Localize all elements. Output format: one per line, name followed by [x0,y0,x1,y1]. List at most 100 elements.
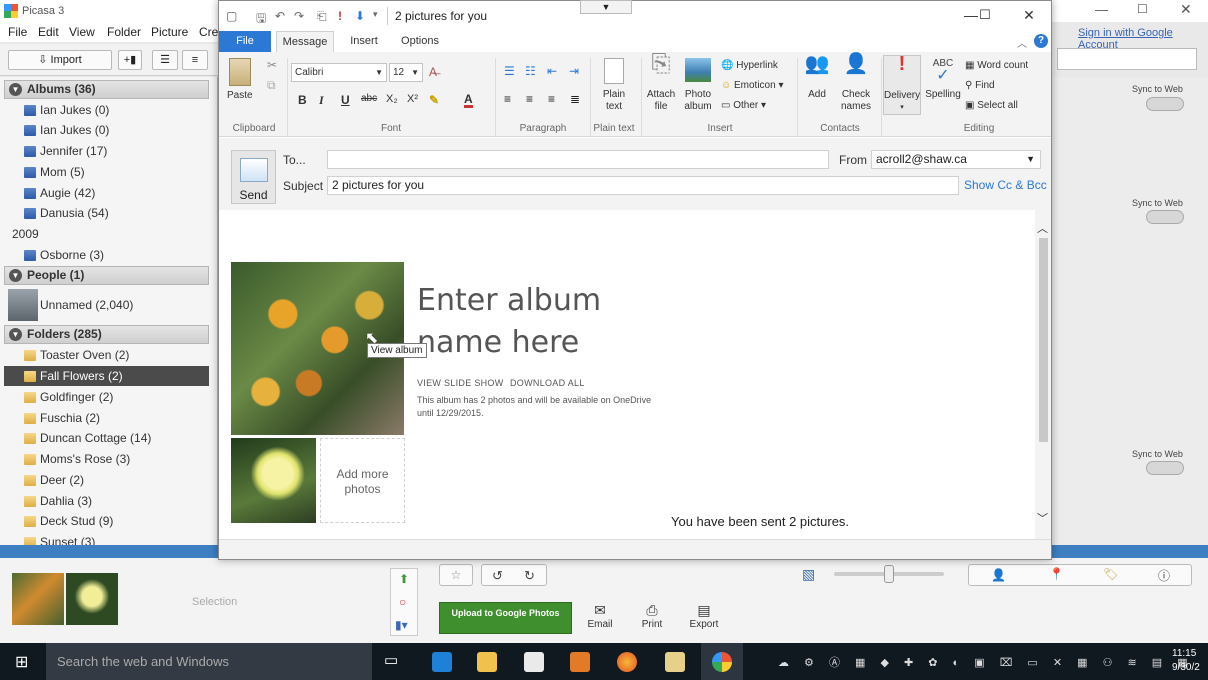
folder-item[interactable]: Fuschia (2) [4,408,209,428]
album-photo-thumbnail[interactable] [231,438,316,523]
copy-icon[interactable]: ⧉ [267,78,276,93]
send-button[interactable]: Send [231,150,276,204]
star-button[interactable]: ☆ [439,564,473,586]
check-names-button[interactable]: 👤 Check names [837,54,875,113]
select-all-button[interactable]: ▣ Select all [965,100,1018,111]
import-button[interactable]: ⇩ Import [8,50,112,70]
align-left-icon[interactable]: ≡ [504,92,511,106]
albums-header[interactable]: ▼ Albums (36) [4,80,209,99]
close-icon[interactable]: ✕ [1180,1,1192,18]
rotate-right-icon[interactable]: ↻ [524,568,535,584]
attach-file-button[interactable]: ⎘ Attach file [645,52,677,113]
save-icon[interactable]: 🖫 [256,9,266,30]
rotate-left-icon[interactable]: ↺ [492,568,503,584]
clear-icon[interactable]: ○ [399,595,406,609]
subscript-button[interactable]: X₂ [386,93,398,105]
task-view-icon[interactable]: ▭ [384,651,398,669]
menu-picture[interactable]: Picture [151,25,188,39]
folder-item[interactable]: Deck Stud (9) [4,511,209,531]
album-item[interactable]: Mom (5) [4,162,209,182]
maximize-icon[interactable]: ☐ [1137,2,1148,16]
attach-icon[interactable]: ⎗ [317,9,327,24]
folder-item[interactable]: Goldfinger (2) [4,387,209,407]
location-pin-icon[interactable]: 📍 [1049,567,1064,581]
tab-file[interactable]: File [219,31,271,52]
media-player-icon[interactable] [570,652,590,672]
highlight-icon[interactable]: ✎ [429,93,439,107]
plain-text-button[interactable]: Plain text [597,58,631,113]
subject-field[interactable]: 2 pictures for you [327,176,959,195]
decrease-indent-icon[interactable]: ⇤ [547,64,557,78]
album-item[interactable]: Ian Jukes (0) [4,120,209,140]
folder-item-selected[interactable]: Fall Flowers (2) [4,366,209,386]
tab-message[interactable]: Message [276,31,334,52]
collapse-ribbon-button[interactable]: ▼ [580,0,632,14]
word-count-button[interactable]: ▦ Word count [965,60,1028,71]
tag-icon[interactable]: 🏷 [1103,567,1118,581]
download-all-link[interactable]: DOWNLOAD ALL [510,378,585,388]
find-button[interactable]: ⚲ Find [965,80,995,91]
superscript-button[interactable]: X² [407,93,418,105]
clear-formatting-icon[interactable]: A̶ [429,65,437,79]
hold-pin-icon[interactable]: ⬆ [399,572,409,586]
scroll-up-icon[interactable]: ︿ [1037,220,1048,236]
people-icon[interactable]: 👤 [991,568,1006,582]
align-center-icon[interactable]: ≡ [526,92,533,106]
info-icon[interactable]: ⓘ [1158,567,1170,584]
redo-icon[interactable]: ↷ [294,9,304,23]
folder-item[interactable]: Toaster Oven (2) [4,345,209,365]
cut-icon[interactable]: ✂ [267,58,277,72]
add-contact-button[interactable]: 👥 Add [803,54,831,101]
photo-album-button[interactable]: Photo album [681,58,715,113]
menu-edit[interactable]: Edit [38,25,59,39]
album-add-icon[interactable]: ▮▾ [395,618,408,632]
album-item[interactable]: Jennifer (17) [4,141,209,161]
close-icon[interactable]: ✕ [1014,7,1044,24]
menu-view[interactable]: View [69,25,95,39]
people-header[interactable]: ▼ People (1) [4,266,209,285]
list-view-button[interactable]: ☰ [152,50,178,70]
album-item[interactable]: Danusia (54) [4,203,209,223]
emoticon-button[interactable]: ☺ Emoticon ▾ [721,80,784,91]
export-button[interactable]: ▤ Export [688,602,720,630]
edge-icon[interactable] [432,652,452,672]
font-size-select[interactable]: 12 ▼ [389,63,423,82]
bullets-icon[interactable]: ☰ [504,64,515,78]
other-button[interactable]: ▭ Other ▾ [721,100,766,111]
delivery-button[interactable]: ! Delivery ▾ [883,54,921,115]
view-slide-show-link[interactable]: VIEW SLIDE SHOW [417,378,504,388]
customize-dropdown-icon[interactable]: ▾ [373,9,378,20]
tree-view-button[interactable]: ≡ [182,50,208,70]
store-icon[interactable] [524,652,544,672]
underline-button[interactable]: U [341,93,350,107]
folder-item[interactable]: Deer (2) [4,470,209,490]
increase-indent-icon[interactable]: ⇥ [569,64,579,78]
strikethrough-button[interactable]: abc [361,93,377,104]
low-importance-icon[interactable]: ⬇ [355,9,365,23]
album-item[interactable]: Ian Jukes (0) [4,100,209,120]
sync-toggle[interactable] [1146,461,1184,475]
to-field[interactable] [327,150,829,169]
mail-app-icon[interactable] [665,652,685,672]
picasa-taskbar-icon[interactable] [712,652,732,672]
picasa-search-box[interactable] [1057,48,1197,70]
add-album-button[interactable]: +▮ [118,50,142,70]
folder-item[interactable]: Dahlia (3) [4,491,209,511]
tab-options[interactable]: Options [394,31,446,52]
firefox-icon[interactable] [617,652,637,672]
minimize-icon[interactable]: — [1095,2,1108,17]
file-explorer-icon[interactable] [477,652,497,672]
tab-insert[interactable]: Insert [339,31,389,52]
folder-item[interactable]: Moms's Rose (3) [4,449,209,469]
justify-icon[interactable]: ≣ [570,92,580,106]
italic-button[interactable]: I [319,93,324,108]
sync-toggle[interactable] [1146,97,1184,111]
menu-folder[interactable]: Folder [107,25,141,39]
undo-icon[interactable]: ↶ [275,9,285,23]
sync-toggle[interactable] [1146,210,1184,224]
font-color-button[interactable]: A [464,93,473,108]
from-select[interactable]: acroll2@shaw.ca ▼ [871,150,1041,169]
menu-file[interactable]: File [8,25,27,39]
maximize-icon[interactable]: ☐ [970,7,1000,23]
album-item[interactable]: Augie (42) [4,183,209,203]
